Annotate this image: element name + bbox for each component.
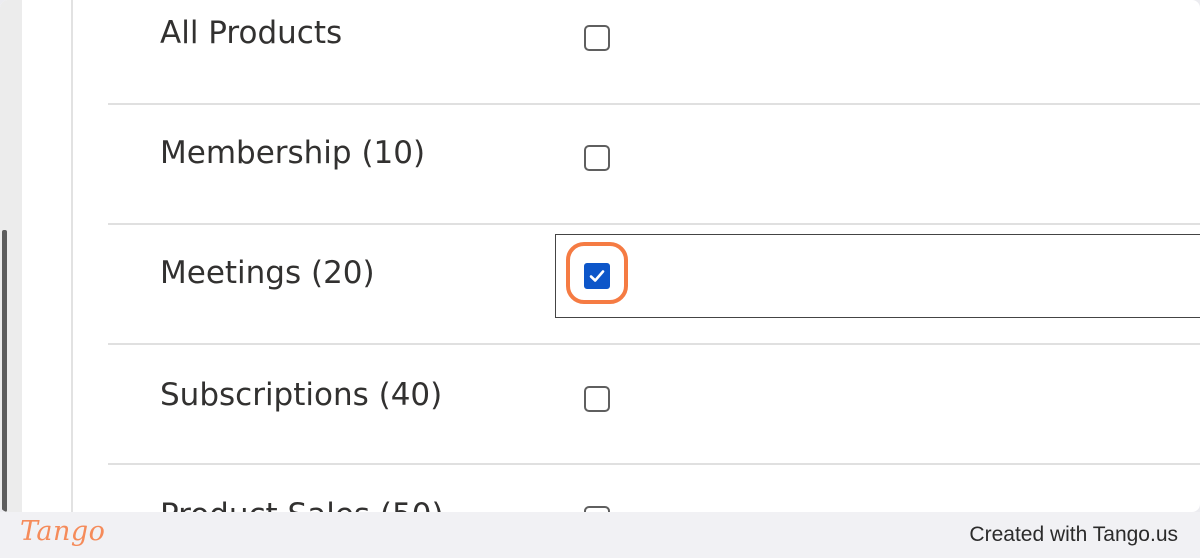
row-label: Membership (10) [160, 135, 426, 171]
row-label: Meetings (20) [160, 255, 375, 291]
checkbox-subscriptions[interactable] [584, 386, 610, 412]
tango-logo: Tango [20, 516, 106, 547]
checkmark-icon [589, 270, 605, 282]
product-filter-window: All Products Membership (10) Meetings (2… [0, 0, 1200, 512]
panel-border [71, 0, 73, 512]
list-item-meetings: Meetings (20) [108, 225, 1200, 345]
checkbox-membership[interactable] [584, 145, 610, 171]
tango-footer: Tango Created with Tango.us [0, 512, 1200, 558]
row-label: All Products [160, 15, 343, 51]
focus-outline [555, 234, 1200, 318]
screenshot-frame: All Products Membership (10) Meetings (2… [0, 0, 1200, 512]
row-label: Product Sales (50) [160, 497, 444, 512]
row-label: Subscriptions (40) [160, 377, 443, 413]
checkbox-all-products[interactable] [584, 25, 610, 51]
footer-credit: Created with Tango.us [969, 523, 1178, 546]
checkbox-meetings[interactable] [584, 263, 610, 289]
list-item-membership: Membership (10) [108, 105, 1200, 225]
scrollbar-thumb[interactable] [2, 230, 7, 512]
list-item-all-products: All Products [108, 0, 1200, 105]
list-item-product-sales: Product Sales (50) [108, 465, 1200, 512]
list-item-subscriptions: Subscriptions (40) [108, 345, 1200, 465]
